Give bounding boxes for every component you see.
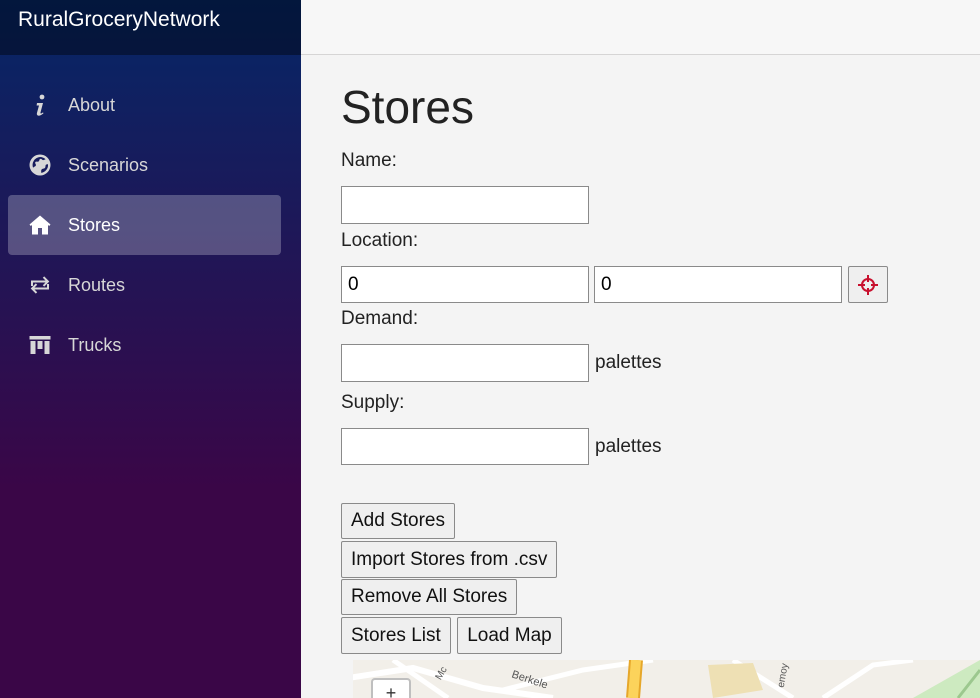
add-stores-button[interactable]: Add Stores (341, 503, 455, 539)
demand-row: palettes (341, 344, 980, 382)
actions-row-4: Stores List Load Map (341, 617, 980, 654)
crosshair-icon (858, 274, 878, 295)
globe-icon (27, 152, 53, 178)
zoom-in-label: + (385, 683, 397, 698)
remove-all-stores-button[interactable]: Remove All Stores (341, 579, 518, 615)
load-map-button[interactable]: Load Map (457, 617, 562, 654)
map-tiles (353, 660, 980, 698)
main-content: Stores Name: Location: Demand: palettes … (341, 55, 980, 654)
page-title: Stores (341, 81, 474, 133)
name-input[interactable] (341, 186, 589, 224)
sidebar-item-about[interactable]: About (8, 75, 281, 135)
import-stores-csv-button[interactable]: Import Stores from .csv (341, 541, 558, 578)
name-row (341, 186, 980, 224)
actions-row-3: Remove All Stores (341, 579, 980, 615)
location-y-input[interactable] (594, 266, 842, 303)
actions-row-1: Add Stores (341, 503, 980, 539)
sidebar-item-label: Routes (68, 274, 126, 295)
demand-input[interactable] (341, 344, 589, 382)
sidebar-item-scenarios[interactable]: Scenarios (8, 135, 281, 195)
location-row (341, 266, 980, 303)
actions-row-2: Import Stores from .csv (341, 541, 980, 578)
home-icon (27, 212, 53, 238)
sidebar-item-stores[interactable]: Stores (8, 195, 281, 255)
supply-input[interactable] (341, 428, 589, 465)
sidebar-item-label: Stores (68, 214, 121, 235)
demand-label: Demand: (341, 308, 419, 329)
sidebar: RuralGroceryNetwork About Scenarios Stor… (0, 0, 301, 698)
sidebar-item-routes[interactable]: Routes (8, 255, 281, 315)
sidebar-item-label: Scenarios (68, 154, 149, 175)
sidebar-item-label: About (68, 94, 116, 115)
app-brand[interactable]: RuralGroceryNetwork (0, 0, 301, 55)
sidebar-item-label: Trucks (68, 334, 122, 355)
supply-row: palettes (341, 428, 980, 465)
swap-arrows-icon (27, 272, 53, 298)
stores-list-button[interactable]: Stores List (341, 617, 451, 654)
columns-icon (27, 332, 53, 358)
location-label: Location: (341, 230, 419, 251)
sidebar-item-trucks[interactable]: Trucks (8, 315, 281, 375)
zoom-in-button[interactable]: + (371, 678, 411, 698)
location-x-input[interactable] (341, 266, 589, 303)
nav-menu: About Scenarios Stores Routes Trucks (0, 55, 301, 375)
name-label: Name: (341, 150, 397, 171)
pick-location-button[interactable] (848, 266, 888, 303)
supply-label: Supply: (341, 392, 405, 413)
demand-unit: palettes (595, 352, 662, 373)
info-icon (27, 92, 53, 118)
map-view[interactable]: Mc Berkele emoy + (353, 660, 980, 698)
top-bar (301, 0, 980, 55)
supply-unit: palettes (595, 435, 662, 457)
